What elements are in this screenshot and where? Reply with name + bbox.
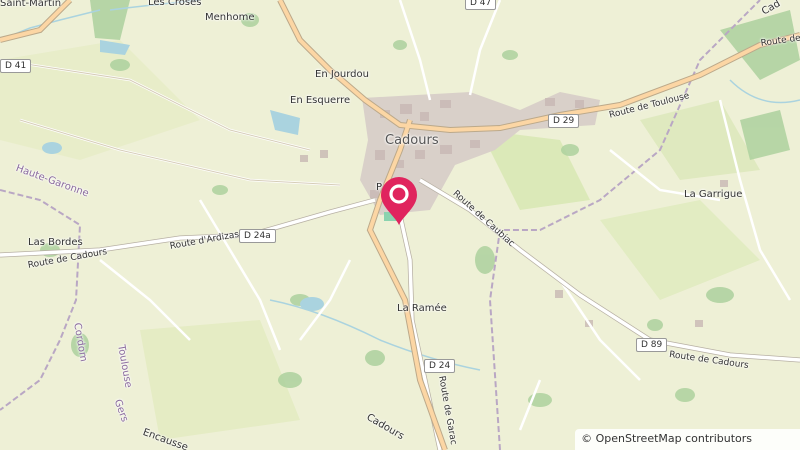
place-label-menhome: Menhome <box>205 12 255 23</box>
place-label-la-ramee: La Ramée <box>397 303 447 314</box>
map-attribution[interactable]: © OpenStreetMap contributors <box>575 429 800 450</box>
road-shield-d29: D 29 <box>548 114 580 128</box>
place-label-les-croses: Les Croses <box>148 0 202 8</box>
place-label-las-bordes: Las Bordes <box>28 237 83 248</box>
road-shield-d24: D 24 <box>424 359 456 373</box>
road-shield-d24a: D 24a <box>239 229 276 243</box>
map-pin-icon[interactable] <box>378 176 420 226</box>
place-label-la-garrigue: La Garrigue <box>684 189 743 200</box>
place-label-en-esquerre: En Esquerre <box>290 95 351 106</box>
road-shield-d41: D 41 <box>0 59 32 73</box>
place-label-cadours: Cadours <box>385 133 439 148</box>
place-label-saint-martin: Saint-Martin <box>0 0 62 9</box>
road-shield-d47: D 47 <box>465 0 497 10</box>
attribution-text[interactable]: © OpenStreetMap contributors <box>581 432 752 445</box>
place-label-en-jourdou: En Jourdou <box>315 69 369 80</box>
road-shield-d89: D 89 <box>636 338 668 352</box>
map-view[interactable]: Saint-Martin Les Croses Menhome En Jourd… <box>0 0 800 450</box>
